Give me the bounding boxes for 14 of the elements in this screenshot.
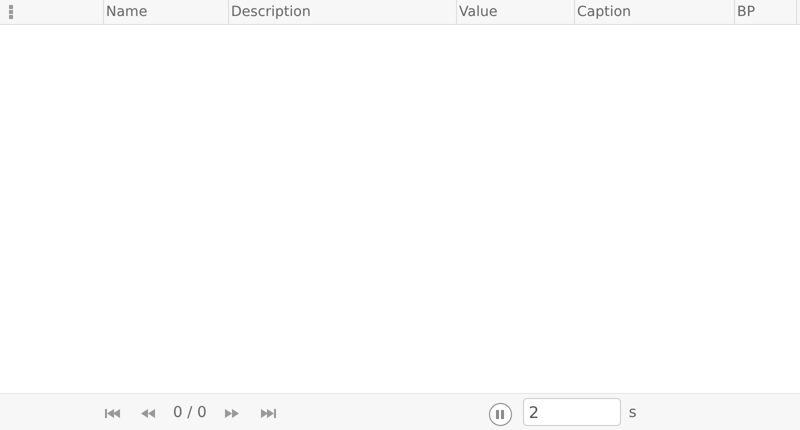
skip-forward-icon	[260, 409, 277, 418]
column-header[interactable]: BP	[737, 4, 756, 20]
interval-unit: s	[628, 403, 637, 421]
column-header[interactable]: Description	[231, 4, 311, 20]
skip-back-icon	[105, 409, 121, 418]
column-header[interactable]: Caption	[577, 4, 632, 20]
pause-button[interactable]	[488, 402, 512, 426]
interval-field[interactable]: 2	[522, 398, 621, 426]
column-header[interactable]: Value	[459, 4, 498, 20]
page-counter: 0 / 0	[173, 403, 207, 421]
column-header[interactable]: Name	[106, 4, 148, 20]
rewind-icon	[141, 409, 157, 418]
column-menu-icon[interactable]	[9, 5, 13, 19]
fast-forward-icon	[224, 409, 241, 418]
